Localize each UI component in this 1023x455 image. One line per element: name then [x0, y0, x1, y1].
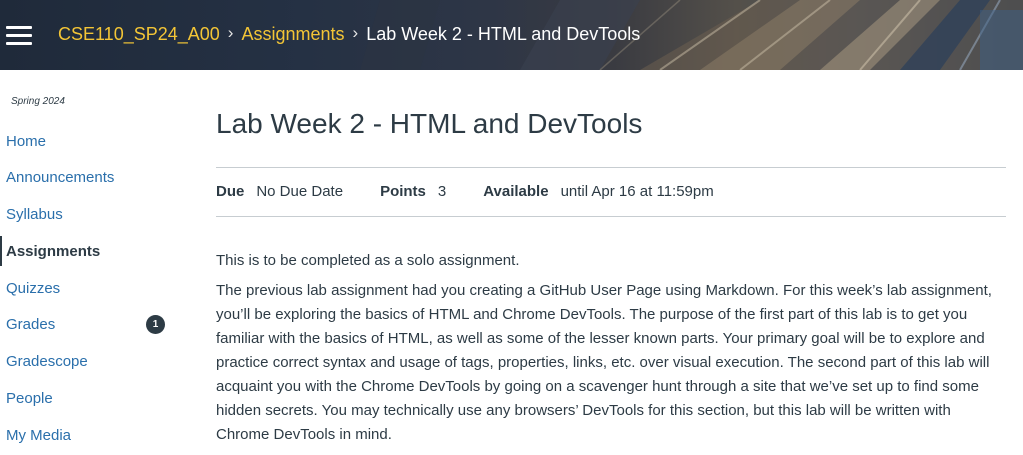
breadcrumb: CSE110_SP24_A00 › Assignments › Lab Week… — [58, 22, 640, 46]
due-label: Due — [216, 183, 245, 200]
page-title: Lab Week 2 - HTML and DevTools — [216, 108, 643, 139]
sidebar-item-my-media[interactable]: My Media — [0, 420, 190, 450]
description-paragraph: The previous lab assignment had you crea… — [216, 282, 992, 443]
sidebar-item-gradescope[interactable]: Gradescope — [0, 346, 190, 376]
available-value: until Apr 16 at 11:59pm — [560, 183, 714, 200]
sidebar-item-home[interactable]: Home — [0, 126, 190, 156]
sidebar-item-quizzes[interactable]: Quizzes — [0, 273, 190, 303]
sidebar-item-announcements[interactable]: Announcements — [0, 162, 190, 192]
hamburger-menu-icon[interactable] — [6, 24, 32, 46]
assignment-details: Due No Due Date Points 3 Available until… — [216, 183, 714, 200]
global-header: CSE110_SP24_A00 › Assignments › Lab Week… — [0, 0, 1023, 70]
breadcrumb-current-page: Lab Week 2 - HTML and DevTools — [366, 23, 641, 44]
sidebar-item-syllabus[interactable]: Syllabus — [0, 199, 190, 229]
breadcrumb-course-link[interactable]: CSE110_SP24_A00 — [58, 24, 220, 45]
sidebar-item-people[interactable]: People — [0, 383, 190, 413]
points-detail: Points 3 — [380, 183, 446, 200]
description-paragraph: This is to be completed as a solo assign… — [216, 252, 520, 269]
points-label: Points — [380, 183, 426, 200]
points-value: 3 — [437, 183, 447, 200]
breadcrumb-separator-icon: › — [352, 23, 359, 42]
available-detail: Available until Apr 16 at 11:59pm — [483, 183, 713, 200]
sidebar-item-label: Grades — [6, 315, 56, 333]
available-label: Available — [483, 183, 549, 200]
sidebar-item-grades[interactable]: Grades 1 — [0, 309, 190, 339]
due-detail: Due No Due Date — [216, 183, 343, 200]
due-value: No Due Date — [256, 183, 344, 200]
divider — [216, 216, 1006, 217]
term-label: Spring 2024 — [11, 96, 65, 107]
course-navigation: Spring 2024 Home Announcements Syllabus … — [0, 70, 200, 455]
breadcrumb-separator-icon: › — [227, 23, 234, 42]
sidebar-item-assignments[interactable]: Assignments — [0, 236, 190, 266]
assignment-description: This is to be completed as a solo assign… — [216, 249, 1006, 453]
grades-count-badge: 1 — [146, 315, 165, 334]
divider — [216, 167, 1006, 168]
breadcrumb-assignments-link[interactable]: Assignments — [241, 24, 344, 45]
